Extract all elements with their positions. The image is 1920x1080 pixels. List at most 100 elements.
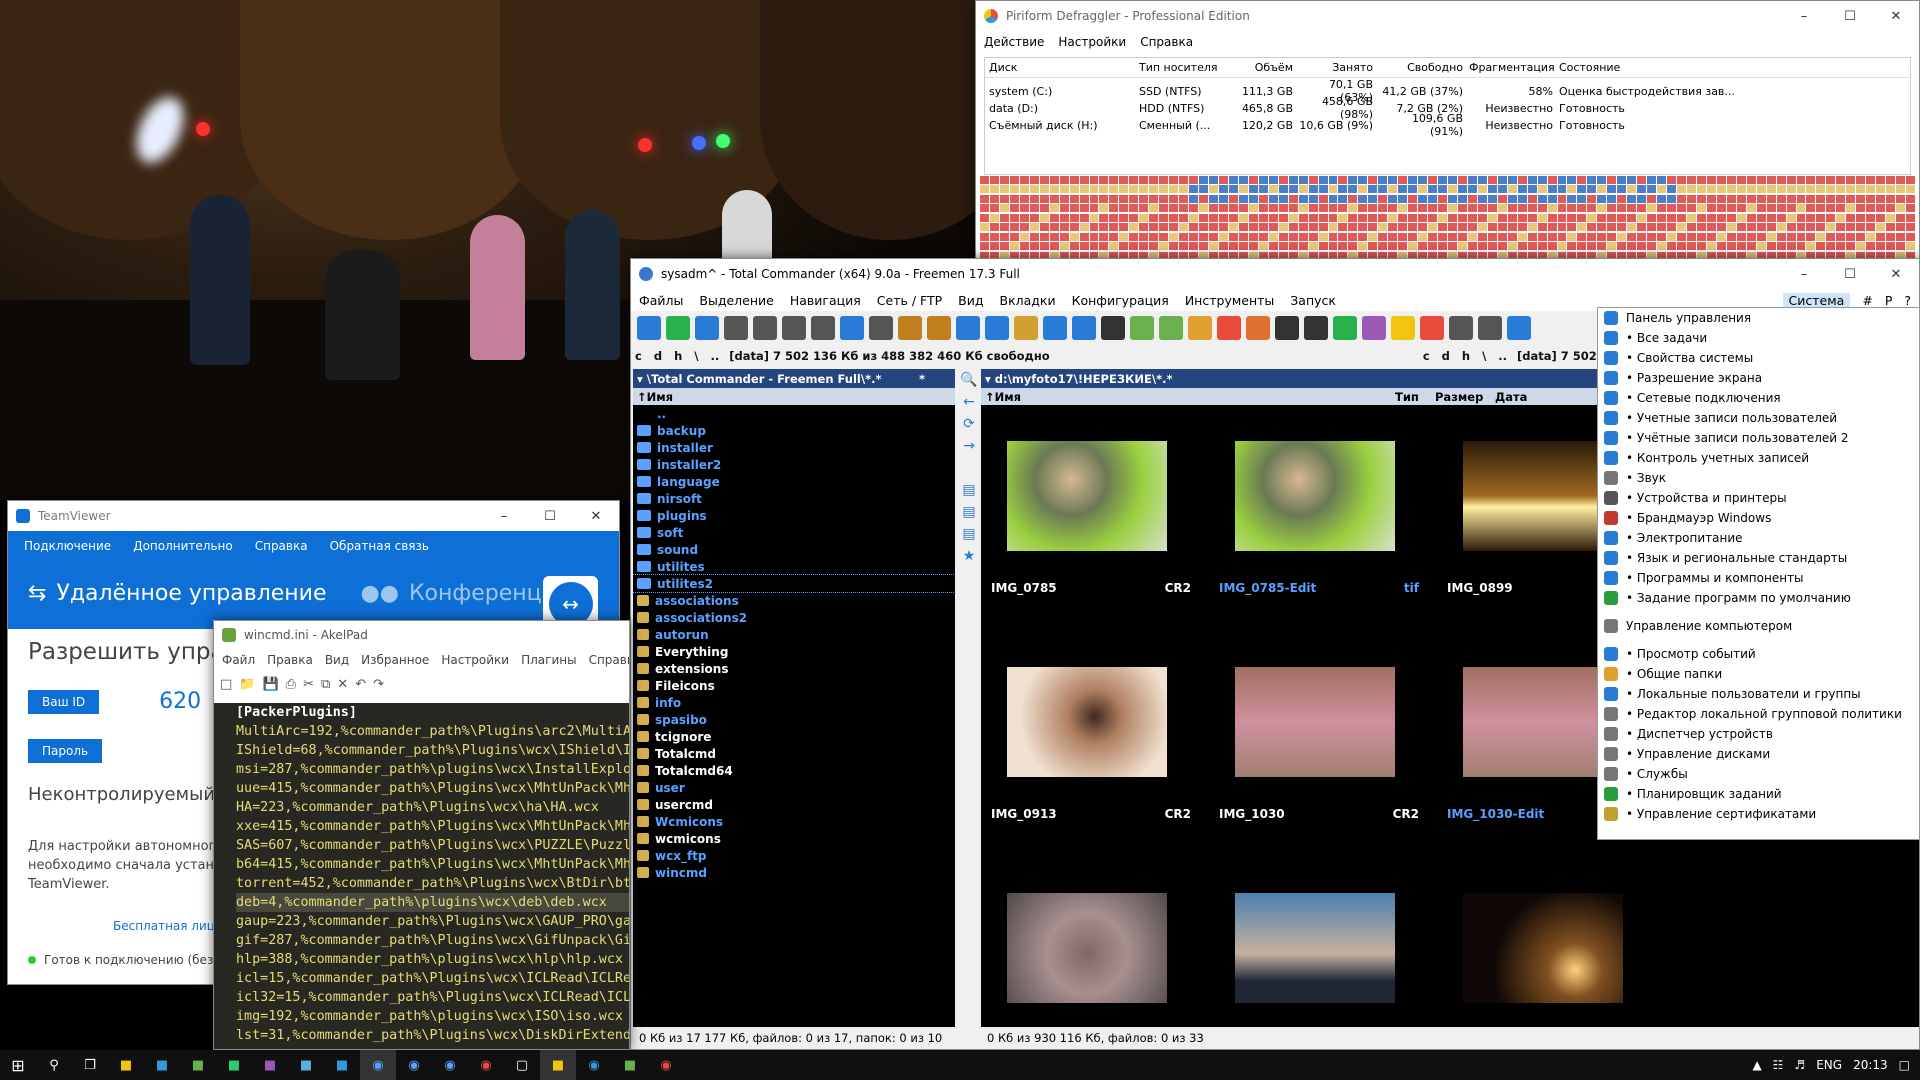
menu-item[interactable]: Инструменты xyxy=(1185,293,1274,308)
close-button[interactable]: ✕ xyxy=(573,509,619,524)
app-icon[interactable]: ■ xyxy=(180,1050,216,1080)
copy-icon[interactable]: ⧉ xyxy=(321,677,330,692)
control-panel-item[interactable]: • Разрешение экрана xyxy=(1598,368,1919,388)
file-row[interactable]: soft xyxy=(633,524,955,541)
toolbar-button-icon[interactable] xyxy=(1246,316,1270,340)
toolbar-button-icon[interactable] xyxy=(1014,316,1038,340)
image-thumbnail[interactable]: IMG_0785 CR2 xyxy=(991,411,1201,606)
file-row[interactable]: Everything xyxy=(633,643,955,660)
drive-button[interactable]: c xyxy=(1423,349,1430,363)
delete-icon[interactable]: ✕ xyxy=(337,677,348,692)
maximize-button[interactable]: ☐ xyxy=(1827,267,1873,282)
drive-button[interactable]: h xyxy=(674,349,682,363)
toolbar-button-icon[interactable] xyxy=(1449,316,1473,340)
menu-item[interactable]: Действие xyxy=(984,35,1044,49)
cut-icon[interactable]: ✂ xyxy=(303,677,314,692)
drive-button[interactable]: \ xyxy=(1482,349,1486,363)
app-icon[interactable]: ■ xyxy=(540,1050,576,1080)
toolbar-button-icon[interactable] xyxy=(1101,316,1125,340)
maximize-button[interactable]: ☐ xyxy=(1827,9,1873,24)
drive-button[interactable]: d xyxy=(1442,349,1450,363)
file-row[interactable]: .. xyxy=(633,405,955,422)
total-commander-task[interactable]: ◉ xyxy=(360,1050,396,1080)
control-panel-item[interactable]: • Звук xyxy=(1598,468,1919,488)
drive-row[interactable]: data (D:) HDD (NTFS) 465,8 GB 458,6 GB (98%… xyxy=(985,95,1910,121)
toolbar-button-icon[interactable] xyxy=(1159,316,1183,340)
file-row[interactable]: backup xyxy=(633,422,955,439)
close-button[interactable]: ✕ xyxy=(1873,9,1919,24)
control-panel-item[interactable]: • Редактор локальной групповой политики xyxy=(1598,704,1919,724)
file-row[interactable]: extensions xyxy=(633,660,955,677)
file-row[interactable]: installer2 xyxy=(633,456,955,473)
control-panel-item[interactable]: • Учётные записи пользователей 2 xyxy=(1598,428,1919,448)
column-header[interactable]: Состояние xyxy=(1559,61,1906,74)
image-thumbnail[interactable]: IMG_1030 CR2 xyxy=(1219,637,1429,832)
menu-item[interactable]: Файлы xyxy=(639,293,683,308)
close-button[interactable]: ✕ xyxy=(1873,267,1919,282)
chrome-icon[interactable]: ◉ xyxy=(468,1050,504,1080)
menu-item[interactable]: # xyxy=(1862,293,1872,308)
menu-item[interactable]: Система xyxy=(1782,292,1851,308)
file-row[interactable]: wcmicons xyxy=(633,830,955,847)
toolbar-button-icon[interactable] xyxy=(840,316,864,340)
premiere-icon[interactable]: ■ xyxy=(252,1050,288,1080)
new-icon[interactable]: □ xyxy=(220,677,232,692)
toolbar-button-icon[interactable] xyxy=(1217,316,1241,340)
maximize-button[interactable]: ☐ xyxy=(527,509,573,524)
toolbar-button-icon[interactable] xyxy=(956,316,980,340)
control-panel-item[interactable]: • Управление сертификатами xyxy=(1598,804,1919,824)
menu-item[interactable]: Вкладки xyxy=(1000,293,1056,308)
file-row[interactable]: utilites xyxy=(633,558,955,575)
drive-row[interactable]: Съёмный диск (H:) Сменный (... 120,2 GB 10,… xyxy=(985,112,1910,138)
file-row[interactable]: Fileicons xyxy=(633,677,955,694)
toolbar-button-icon[interactable] xyxy=(753,316,777,340)
app-icon[interactable]: ◉ xyxy=(396,1050,432,1080)
menu-item[interactable]: ? xyxy=(1904,293,1911,308)
toolbar-button-icon[interactable] xyxy=(1478,316,1502,340)
code-editor[interactable]: [PackerPlugins] MultiArc=192,%commander_p… xyxy=(214,703,629,1049)
control-panel-item[interactable]: • Диспетчер устройств xyxy=(1598,724,1919,744)
toolbar-button-icon[interactable] xyxy=(927,316,951,340)
audition-icon[interactable]: ■ xyxy=(216,1050,252,1080)
file-row[interactable]: nirsoft xyxy=(633,490,955,507)
toolbar-button-icon[interactable] xyxy=(1304,316,1328,340)
file-row[interactable]: autorun xyxy=(633,626,955,643)
file-row[interactable]: utilites2 xyxy=(633,574,955,593)
control-panel-item[interactable]: • Планировщик заданий xyxy=(1598,784,1919,804)
column-header[interactable]: ↑Имя xyxy=(985,390,1395,404)
menu-item[interactable]: Обратная связь xyxy=(330,539,429,553)
control-panel-item[interactable]: Панель управления xyxy=(1598,308,1919,328)
column-name[interactable]: Имя xyxy=(647,390,673,404)
task-view-icon[interactable]: ❐ xyxy=(72,1050,108,1080)
tray-icon[interactable]: ▲ xyxy=(1752,1058,1761,1072)
drive-button[interactable]: c xyxy=(635,349,642,363)
toolbar-button-icon[interactable] xyxy=(1420,316,1444,340)
toolbar-button-icon[interactable] xyxy=(1043,316,1067,340)
toolbar-button-icon[interactable] xyxy=(1362,316,1386,340)
minimize-button[interactable]: – xyxy=(481,509,527,524)
toolbar-button-icon[interactable] xyxy=(985,316,1009,340)
control-panel-menu[interactable]: Панель управления • Все задачи • Свойства … xyxy=(1597,307,1920,840)
menu-item[interactable]: Правка xyxy=(267,653,313,667)
chevron-down-icon[interactable]: ▾ xyxy=(985,372,991,386)
chevron-down-icon[interactable]: ▾ xyxy=(637,372,643,386)
print-icon[interactable]: ⎙ xyxy=(286,677,296,692)
toolbar-button-icon[interactable] xyxy=(1391,316,1415,340)
control-panel-item[interactable]: • Учетные записи пользователей xyxy=(1598,408,1919,428)
menu-item[interactable]: Справка xyxy=(255,539,308,553)
toolbar-button-icon[interactable] xyxy=(1333,316,1357,340)
file-row[interactable]: Wcmicons xyxy=(633,813,955,830)
redo-icon[interactable]: ↷ xyxy=(373,677,384,692)
control-panel-item[interactable]: • Электропитание xyxy=(1598,528,1919,548)
toolbar-button-icon[interactable] xyxy=(1275,316,1299,340)
file-row[interactable]: installer xyxy=(633,439,955,456)
control-panel-item[interactable]: • Свойства системы xyxy=(1598,348,1919,368)
drive-button[interactable]: h xyxy=(1462,349,1470,363)
notifications-icon[interactable]: □ xyxy=(1899,1058,1910,1072)
toolbar-button-icon[interactable] xyxy=(869,316,893,340)
clock[interactable]: 20:13 xyxy=(1853,1058,1888,1072)
drive-button[interactable]: \ xyxy=(694,349,698,363)
control-panel-item[interactable]: • Все задачи xyxy=(1598,328,1919,348)
menu-item[interactable]: Настройки xyxy=(441,653,509,667)
volume-icon[interactable]: ♬ xyxy=(1794,1058,1805,1072)
